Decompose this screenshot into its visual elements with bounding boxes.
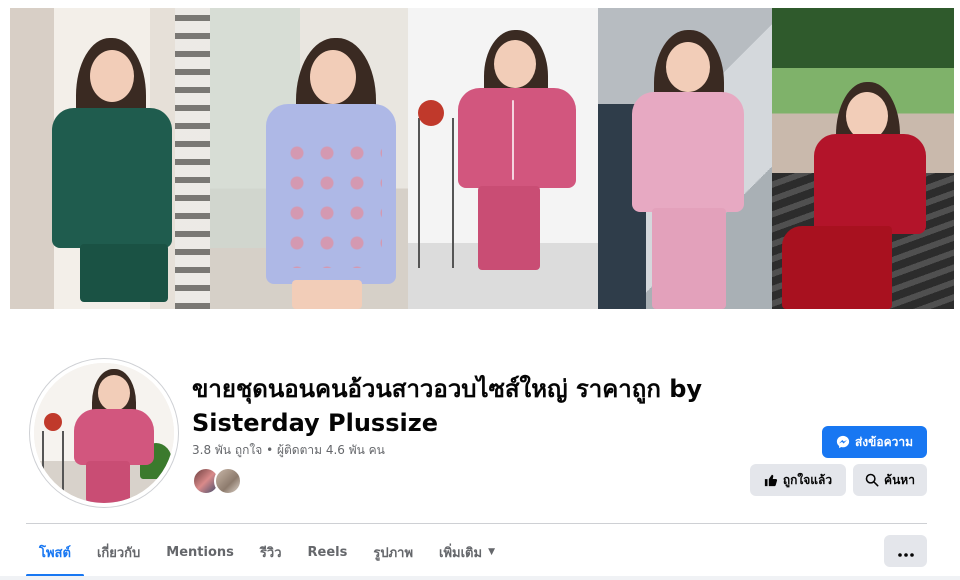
tab-label: เพิ่มเติม bbox=[439, 545, 483, 561]
tab-posts[interactable]: โพสต์ bbox=[26, 530, 84, 577]
tab-more[interactable]: เพิ่มเติม ▼ bbox=[426, 530, 508, 574]
thumbs-up-icon bbox=[764, 473, 778, 487]
tab-mentions[interactable]: Mentions bbox=[153, 530, 247, 574]
tab-label: โพสต์ bbox=[39, 545, 71, 561]
send-message-label: ส่งข้อความ bbox=[854, 434, 913, 449]
tab-label: รูปภาพ bbox=[373, 545, 414, 561]
cover-panel-pink-pajamas bbox=[408, 8, 598, 309]
tab-label: Mentions bbox=[166, 544, 234, 560]
cover-panel-green-pajamas bbox=[10, 8, 210, 309]
page-tabs: โพสต์ เกี่ยวกับ Mentions รีวิว Reels รูป… bbox=[26, 530, 508, 578]
bottom-strip bbox=[0, 576, 960, 580]
tab-label: Reels bbox=[307, 544, 348, 560]
liked-label: ถูกใจแล้ว bbox=[782, 472, 833, 487]
more-horizontal-icon bbox=[897, 542, 914, 561]
tabs-divider bbox=[26, 523, 927, 524]
search-button[interactable]: ค้นหา bbox=[853, 464, 927, 496]
chevron-down-icon: ▼ bbox=[488, 547, 495, 557]
search-icon bbox=[865, 473, 879, 487]
liked-button[interactable]: ถูกใจแล้ว bbox=[750, 464, 846, 496]
cover-panel-lavender-nightshirt bbox=[210, 8, 408, 309]
friend-avatar[interactable] bbox=[214, 467, 242, 495]
cover-panel-red-pajamas bbox=[772, 8, 954, 309]
tab-label: รีวิว bbox=[259, 545, 282, 561]
cover-photo[interactable] bbox=[10, 8, 954, 309]
more-options-button[interactable] bbox=[884, 535, 927, 567]
page-stats[interactable]: 3.8 พัน ถูกใจ • ผู้ติดตาม 4.6 พัน คน bbox=[192, 441, 385, 460]
page-title: ขายชุดนอนคนอ้วนสาวอวบไซส์ใหญ่ ราคาถูก by… bbox=[192, 375, 703, 437]
profile-avatar[interactable] bbox=[30, 359, 178, 507]
tab-label: เกี่ยวกับ bbox=[96, 545, 141, 561]
messenger-icon bbox=[836, 435, 850, 449]
friend-avatars[interactable] bbox=[192, 467, 242, 495]
tab-photos[interactable]: รูปภาพ bbox=[360, 530, 426, 574]
tab-reels[interactable]: Reels bbox=[295, 530, 361, 574]
send-message-button[interactable]: ส่งข้อความ bbox=[822, 426, 927, 458]
search-label: ค้นหา bbox=[884, 472, 915, 487]
tab-about[interactable]: เกี่ยวกับ bbox=[84, 530, 153, 574]
cover-panel-light-pink-pajamas bbox=[598, 8, 772, 309]
tab-reviews[interactable]: รีวิว bbox=[247, 530, 295, 574]
